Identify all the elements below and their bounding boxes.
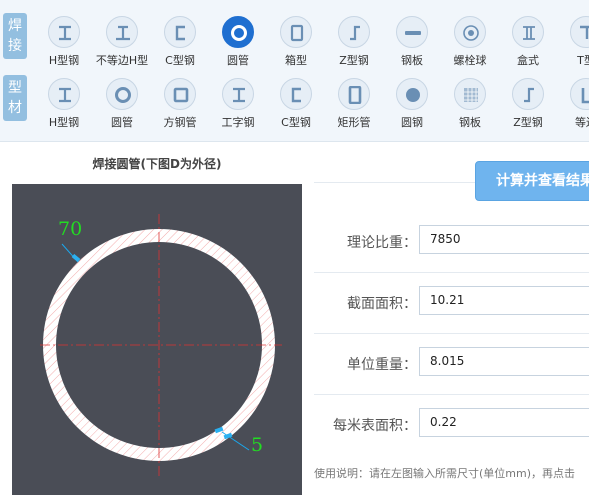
z-section-icon: [338, 16, 370, 48]
welded-item-c-channel[interactable]: C型钢: [152, 10, 208, 70]
box-icon: [280, 16, 312, 48]
profile-item-c-channel[interactable]: C型钢: [268, 72, 324, 132]
solid-circle-icon: [396, 78, 428, 110]
welded-item-z-section[interactable]: Z型钢: [326, 10, 382, 70]
outer-diameter-value[interactable]: 70: [58, 218, 82, 240]
welded-item-steel-plate[interactable]: 钢板: [384, 10, 440, 70]
unequal-i-beam-icon: [106, 16, 138, 48]
field-surface-area: 每米表面积： 0.22: [314, 395, 589, 456]
welded-item-round-tube[interactable]: 圆管: [210, 10, 266, 70]
welded-item-unequal-h-beam[interactable]: 不等边H型: [94, 10, 150, 70]
welded-item-bolt-ball[interactable]: 螺栓球: [442, 10, 498, 70]
category-welded-char-1: 焊: [8, 18, 22, 34]
tube-section-drawing: 70 5: [12, 184, 302, 495]
angle-icon: [570, 78, 589, 110]
profile-item-square-tube[interactable]: 方钢管: [152, 72, 208, 132]
section-area-label: 截面面积：: [347, 296, 417, 312]
ball-icon: [454, 16, 486, 48]
category-profile-char-2: 材: [8, 100, 22, 116]
usage-note: 使用说明：请在左图输入所需尺寸(单位mm)，再点击: [314, 467, 576, 480]
profile-item-round-tube[interactable]: 圆管: [94, 72, 150, 132]
ring-icon: [222, 16, 254, 48]
field-unit-weight: 单位重量： 8.015: [314, 334, 589, 395]
unit-weight-input[interactable]: 8.015: [419, 347, 589, 376]
welded-row: 焊 接 H型钢不等边H型C型钢圆管箱型Z型钢钢板螺栓球盒式 T型: [0, 10, 589, 72]
density-label: 理论比重：: [347, 235, 417, 251]
calculate-button[interactable]: 计算并查看结果: [475, 161, 589, 201]
c-channel-icon: [164, 16, 196, 48]
square-tube-icon: [164, 78, 196, 110]
profile-item-round-bar[interactable]: 圆钢: [384, 72, 440, 132]
steel-calculator: 焊 接 H型钢不等边H型C型钢圆管箱型Z型钢钢板螺栓球盒式T型 型 材 H型钢圆…: [0, 0, 589, 495]
category-welded[interactable]: 焊 接: [3, 13, 27, 59]
t-section-icon: [570, 16, 589, 48]
checker-plate-icon: [454, 78, 486, 110]
profile-item-unequal-angle[interactable]: 等边: [558, 72, 589, 132]
shape-picker: 焊 接 H型钢不等边H型C型钢圆管箱型Z型钢钢板螺栓球盒式T型 型 材 H型钢圆…: [0, 0, 589, 142]
field-density: 理论比重： 7850: [314, 212, 589, 273]
ring-icon: [106, 78, 138, 110]
profile-item-z-section[interactable]: Z型钢: [500, 72, 556, 132]
surface-area-label: 每米表面积：: [333, 418, 417, 434]
i-beam-icon: [48, 16, 80, 48]
profile-item-i-beam[interactable]: 工字钢: [210, 72, 266, 132]
profile-row: 型 材 H型钢圆管方钢管工字钢C型钢矩形管圆钢钢板Z型钢等边: [0, 72, 589, 134]
field-section-area: 截面面积： 10.21: [314, 273, 589, 334]
rect-tube-icon: [338, 78, 370, 110]
thickness-value[interactable]: 5: [251, 434, 263, 456]
diagram-title: 焊接圆管(下图D为外径): [92, 157, 222, 171]
category-profile[interactable]: 型 材: [3, 75, 27, 121]
welded-item-box-type[interactable]: 盒式: [500, 10, 556, 70]
profile-item-rect-tube[interactable]: 矩形管: [326, 72, 382, 132]
section-area-input[interactable]: 10.21: [419, 286, 589, 315]
profile-item-steel-plate[interactable]: 钢板: [442, 72, 498, 132]
welded-item-label: T型: [577, 54, 589, 67]
welded-item-t-section[interactable]: T型: [558, 10, 589, 70]
welded-item-h-beam[interactable]: H型钢: [36, 10, 92, 70]
section-diagram: 70 5: [12, 184, 302, 495]
i-beam-icon: [222, 78, 254, 110]
unit-weight-label: 单位重量：: [347, 357, 417, 373]
profile-item-h-beam[interactable]: H型钢: [36, 72, 92, 132]
surface-area-input[interactable]: 0.22: [419, 408, 589, 437]
profile-item-label: 等边: [575, 116, 589, 129]
c-channel-icon: [280, 78, 312, 110]
welded-item-box-section[interactable]: 箱型: [268, 10, 324, 70]
z-section-icon: [512, 78, 544, 110]
category-profile-char-1: 型: [8, 80, 22, 96]
plate-icon: [396, 16, 428, 48]
i-beam-icon: [48, 78, 80, 110]
category-welded-char-2: 接: [8, 38, 22, 54]
double-t-icon: [512, 16, 544, 48]
density-input[interactable]: 7850: [419, 225, 589, 254]
